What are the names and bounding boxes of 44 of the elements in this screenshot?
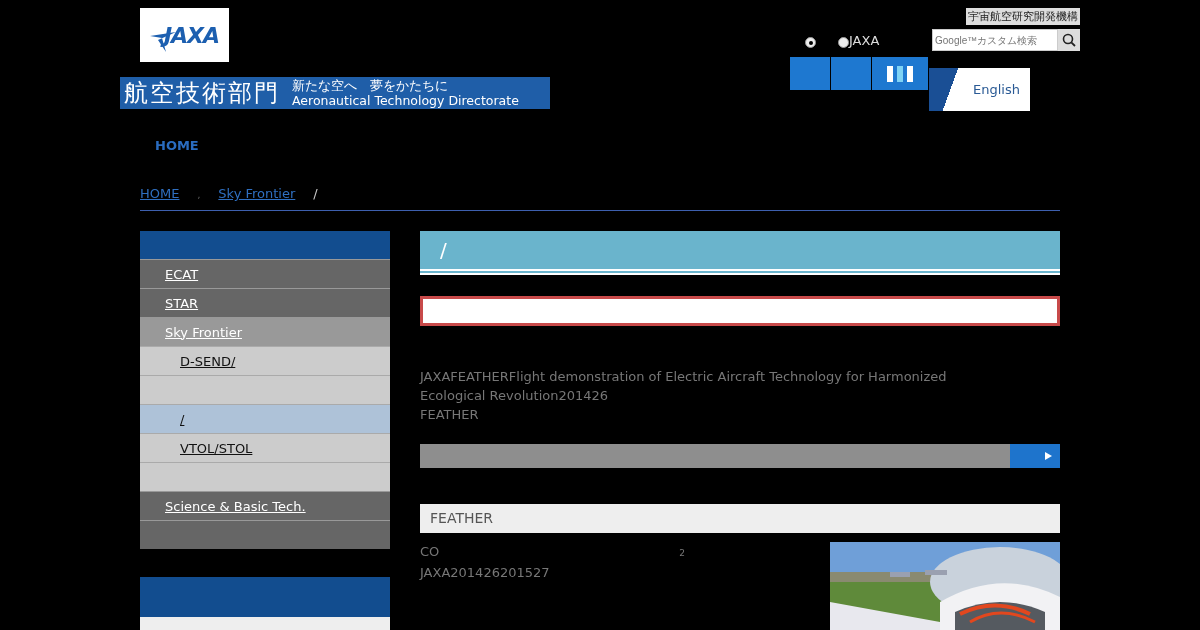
nav-link[interactable]: HOME	[155, 138, 199, 153]
page-title: /	[420, 231, 1060, 275]
bars-icon	[887, 65, 913, 82]
play-button[interactable]	[1010, 444, 1060, 468]
sidebar-item[interactable]	[140, 520, 390, 549]
sidebar-subitem[interactable]: D-SEND/	[140, 346, 390, 375]
search-icon	[1062, 33, 1076, 47]
organization-link[interactable]: 宇宙航空研究開発機構	[966, 8, 1080, 25]
sidebar-subitem[interactable]	[140, 462, 390, 491]
sidebar-link[interactable]: VTOL/STOL	[180, 440, 253, 456]
subscript-text: 2	[679, 547, 686, 560]
sidebar-item[interactable]: STAR	[140, 288, 390, 317]
banner-title: 航空技術部門	[124, 78, 280, 109]
sidebar-subitem[interactable]	[140, 375, 390, 404]
toolbar-button[interactable]	[872, 57, 928, 90]
section-heading: FEATHER	[420, 504, 1060, 533]
section-text: CO	[420, 543, 440, 561]
search-field[interactable]: Google™カスタム検索	[932, 29, 1058, 51]
english-link[interactable]: English	[929, 68, 1030, 111]
sidebar-link[interactable]: STAR	[165, 295, 199, 311]
sidebar-link[interactable]: D-SEND/	[180, 353, 236, 369]
breadcrumb-link[interactable]: Sky Frontier	[218, 186, 296, 201]
search-button[interactable]	[1058, 29, 1080, 51]
sidebar-link[interactable]: ECAT	[165, 266, 199, 282]
sidebar-subitem[interactable]: /	[140, 404, 390, 433]
intro-text: FEATHER	[420, 406, 480, 424]
radio-button[interactable]	[805, 36, 816, 48]
play-icon	[1045, 452, 1052, 460]
sidebar-link[interactable]: /	[180, 411, 185, 427]
breadcrumb-current: /	[313, 186, 318, 201]
breadcrumb-separator: ,	[197, 190, 201, 200]
breadcrumb-link[interactable]: HOME	[140, 186, 180, 201]
jaxa-logo[interactable]: JAXA	[140, 8, 229, 62]
intro-text: JAXAFEATHERFlight demonstration of Electric Aircraft Technology for Harmonized Ecological Revolution201426	[420, 368, 948, 405]
sidebar-link[interactable]: Science & Basic Tech.	[165, 498, 306, 514]
section-text: JAXA201426201527	[420, 564, 550, 582]
radio-label: JAXA	[849, 32, 880, 48]
expand-bar[interactable]	[420, 444, 1060, 468]
radio-button[interactable]	[838, 36, 849, 48]
sidebar-item[interactable]: Science & Basic Tech.	[140, 491, 390, 520]
banner-slogan: 新たな空へ 夢をかたちに	[292, 78, 449, 93]
sidebar-subitem[interactable]: VTOL/STOL	[140, 433, 390, 462]
sidebar-item[interactable]: ECAT	[140, 259, 390, 288]
banner-subtitle: Aeronautical Technology Directorate	[292, 93, 519, 108]
